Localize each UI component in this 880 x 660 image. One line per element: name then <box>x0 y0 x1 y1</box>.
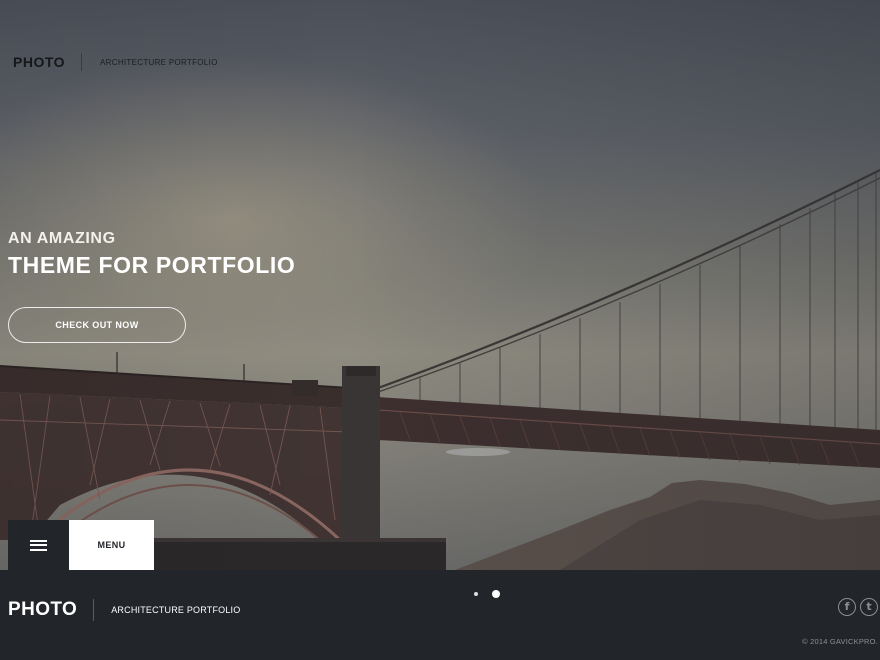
logo[interactable]: PHOTO <box>13 54 65 70</box>
slider-dot-1[interactable] <box>474 592 478 596</box>
footer: PHOTO ARCHITECTURE PORTFOLIO f t © 2014 … <box>0 570 880 660</box>
hamburger-icon <box>30 539 47 551</box>
top-brand: PHOTO ARCHITECTURE PORTFOLIO <box>13 53 218 71</box>
slider-dot-2-active[interactable] <box>492 590 500 598</box>
social-links: f t <box>838 598 878 616</box>
hero-banner: PHOTO ARCHITECTURE PORTFOLIO AN AMAZING … <box>0 0 880 570</box>
footer-logo-divider <box>93 599 95 621</box>
twitter-icon[interactable]: t <box>860 598 878 616</box>
copyright-text: © 2014 GAVICKPRO. <box>802 637 878 646</box>
logo-divider <box>81 53 83 71</box>
hero-subtitle: AN AMAZING <box>8 230 116 247</box>
facebook-icon[interactable]: f <box>838 598 856 616</box>
slider-pagination <box>474 590 500 598</box>
menu-button[interactable]: MENU <box>69 520 154 570</box>
footer-brand: PHOTO ARCHITECTURE PORTFOLIO <box>8 598 240 622</box>
check-out-now-button[interactable]: CHECK OUT NOW <box>8 307 186 343</box>
footer-tagline: ARCHITECTURE PORTFOLIO <box>111 605 241 615</box>
hero-title: THEME FOR PORTFOLIO <box>8 252 296 278</box>
menu-toggle-button[interactable] <box>8 520 69 570</box>
footer-logo[interactable]: PHOTO <box>8 599 77 621</box>
hero-overlay <box>0 0 880 570</box>
site-tagline: ARCHITECTURE PORTFOLIO <box>100 57 218 67</box>
